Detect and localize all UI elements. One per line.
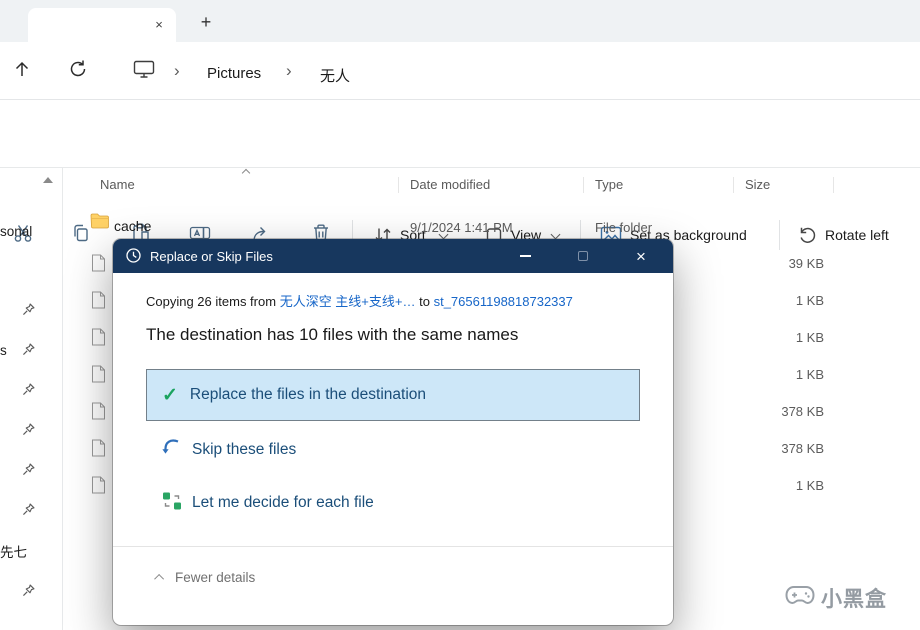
decide-each-file-option[interactable]: Let me decide for each file: [161, 490, 374, 516]
file-name[interactable]: cache: [114, 218, 151, 234]
file-icon: [91, 402, 106, 425]
copy-icon: [71, 223, 91, 248]
close-icon: ×: [636, 246, 646, 266]
watermark: 小黑盒: [785, 582, 887, 613]
column-separator[interactable]: [733, 177, 734, 193]
breadcrumb-current-folder[interactable]: 无人: [320, 65, 350, 86]
fewer-details-toggle[interactable]: Fewer details: [154, 568, 256, 586]
dialog-title-bar[interactable]: Replace or Skip Files ×: [113, 239, 673, 273]
decide-icon: [161, 490, 183, 517]
column-separator[interactable]: [398, 177, 399, 193]
file-type: File folder: [595, 220, 653, 235]
replace-or-skip-dialog: Replace or Skip Files × Copying 26 items…: [113, 239, 673, 625]
pin-icon: [21, 502, 37, 518]
pin-icon: [21, 382, 37, 398]
sidebar-item-partial[interactable]: 先七: [0, 541, 34, 561]
watermark-text: 小黑盒: [821, 587, 887, 611]
conflict-headline: The destination has 10 files with the sa…: [146, 325, 519, 344]
column-separator[interactable]: [833, 177, 834, 193]
scroll-up-arrow[interactable]: [43, 177, 53, 183]
file-icon: [91, 291, 106, 314]
check-icon: ✓: [162, 384, 178, 406]
file-size: 378 KB: [781, 404, 824, 419]
skip-files-option[interactable]: Skip these files: [161, 437, 296, 463]
navigation-bar: › Pictures › 无人: [0, 42, 920, 100]
close-button[interactable]: ×: [618, 239, 664, 273]
copy-summary-to: to: [419, 294, 430, 309]
tab-strip: × +: [0, 0, 920, 42]
rotate-left-icon: [795, 223, 819, 247]
up-arrow-icon: [12, 59, 32, 84]
file-icon: [91, 254, 106, 277]
sidebar-item-partial[interactable]: s: [0, 343, 12, 358]
file-size: 1 KB: [795, 330, 824, 345]
breadcrumb-chevron-icon: ›: [174, 61, 180, 80]
column-header-type[interactable]: Type: [595, 177, 623, 192]
skip-files-label: Skip these files: [192, 441, 297, 458]
dialog-divider: [113, 546, 673, 547]
destination-folder-link[interactable]: st_76561198818732337: [434, 294, 573, 309]
decide-each-file-label: Let me decide for each file: [192, 494, 374, 511]
maximize-button[interactable]: [560, 239, 606, 273]
chevron-up-icon: [154, 573, 165, 584]
rotate-left-button[interactable]: Rotate left: [825, 227, 889, 243]
sidebar-divider: [62, 168, 63, 630]
pin-icon: [21, 422, 37, 438]
pin-icon: [21, 342, 37, 358]
clock-icon: [125, 247, 142, 264]
toolbar-divider: [779, 220, 780, 250]
explorer-tab[interactable]: ×: [28, 8, 176, 42]
new-tab-button[interactable]: +: [194, 10, 218, 34]
breadcrumb-chevron-icon: ›: [286, 61, 292, 80]
command-toolbar: Sort View Set as background Rotate left: [0, 100, 920, 250]
column-separator[interactable]: [583, 177, 584, 193]
skip-icon: [161, 437, 183, 464]
breadcrumb-pictures[interactable]: Pictures: [207, 65, 261, 82]
sort-ascending-icon: [241, 168, 251, 178]
monitor-icon: [133, 59, 155, 84]
tab-close-icon[interactable]: ×: [150, 16, 168, 34]
file-explorer-window: × + › Pictures › 无人 Sort View Set as bac…: [0, 0, 920, 630]
replace-files-option[interactable]: ✓ Replace the files in the destination: [146, 369, 640, 421]
refresh-icon: [68, 59, 88, 84]
copy-summary-prefix: Copying 26 items from: [146, 294, 277, 309]
fewer-details-label: Fewer details: [175, 569, 256, 585]
file-size: 1 KB: [795, 367, 824, 382]
file-icon: [91, 365, 106, 388]
refresh-button[interactable]: [62, 55, 94, 87]
pin-icon: [21, 462, 37, 478]
chevron-down-icon: [550, 229, 561, 240]
file-date-modified: 9/1/2024 1:41 PM: [410, 220, 513, 235]
file-icon: [91, 476, 106, 499]
column-header-date-modified[interactable]: Date modified: [410, 177, 490, 192]
file-size: 1 KB: [795, 478, 824, 493]
replace-files-label: Replace the files in the destination: [189, 386, 427, 403]
pin-icon: [21, 583, 37, 599]
sidebar-item-personal-partial[interactable]: sonal: [0, 224, 34, 239]
column-header-size[interactable]: Size: [745, 177, 770, 192]
pin-icon: [21, 302, 37, 318]
up-button[interactable]: [6, 55, 38, 87]
maximize-icon: [578, 251, 588, 261]
file-size: 378 KB: [781, 441, 824, 456]
dialog-title: Replace or Skip Files: [150, 249, 273, 264]
gamepad-logo-icon: [785, 582, 815, 613]
source-folder-link[interactable]: 无人深空 主线+支线+…: [280, 294, 416, 309]
column-header-name[interactable]: Name: [100, 177, 135, 192]
file-size: 1 KB: [795, 293, 824, 308]
file-icon: [91, 439, 106, 462]
file-size: 39 KB: [788, 256, 824, 271]
folder-icon: [90, 213, 110, 234]
copy-summary: Copying 26 items from 无人深空 主线+支线+… to st…: [146, 291, 573, 310]
minimize-icon: [519, 255, 531, 257]
breadcrumb-device-button[interactable]: [128, 55, 160, 87]
minimize-button[interactable]: [502, 239, 548, 273]
file-icon: [91, 328, 106, 351]
